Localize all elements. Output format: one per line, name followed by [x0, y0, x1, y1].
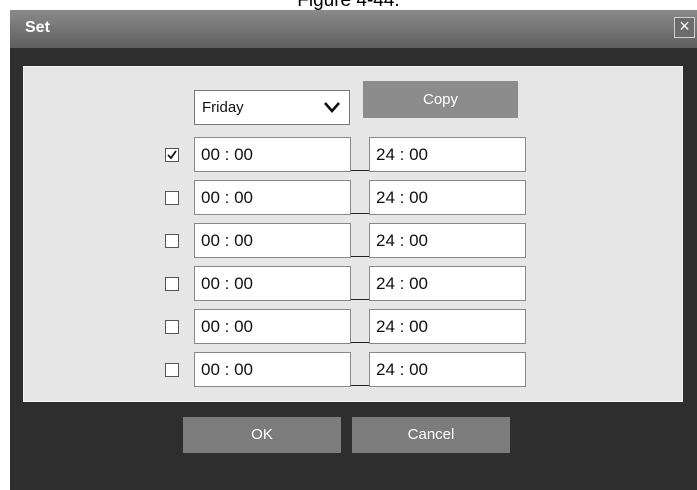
end-time-input[interactable]: 24 : 00 — [369, 309, 526, 344]
range-dash — [351, 170, 369, 171]
check-icon — [167, 150, 177, 160]
start-time-input[interactable]: 00 : 00 — [194, 180, 351, 215]
ok-button[interactable]: OK — [183, 417, 341, 453]
cancel-button[interactable]: Cancel — [352, 417, 510, 453]
period-checkbox[interactable] — [165, 363, 179, 377]
period-row: 00 : 00 24 : 00 — [24, 180, 684, 216]
period-row: 00 : 00 24 : 00 — [24, 309, 684, 345]
set-dialog: Set × Friday Copy 00 : 00 24 : 00 00 : 0… — [10, 10, 697, 490]
day-select[interactable]: Friday — [194, 90, 350, 125]
period-checkbox[interactable] — [165, 320, 179, 334]
period-checkbox[interactable] — [165, 191, 179, 205]
day-select-value: Friday — [202, 99, 244, 116]
period-row: 00 : 00 24 : 00 — [24, 352, 684, 388]
dialog-title: Set — [25, 19, 50, 36]
range-dash — [351, 299, 369, 300]
period-checkbox[interactable] — [165, 277, 179, 291]
range-dash — [351, 256, 369, 257]
range-dash — [351, 385, 369, 386]
range-dash — [351, 342, 369, 343]
period-row: 00 : 00 24 : 00 — [24, 266, 684, 302]
end-time-input[interactable]: 24 : 00 — [369, 352, 526, 387]
copy-button[interactable]: Copy — [363, 81, 518, 118]
period-row: 00 : 00 24 : 00 — [24, 137, 684, 173]
end-time-input[interactable]: 24 : 00 — [369, 266, 526, 301]
end-time-input[interactable]: 24 : 00 — [369, 137, 526, 172]
period-checkbox[interactable] — [165, 234, 179, 248]
period-row: 00 : 00 24 : 00 — [24, 223, 684, 259]
start-time-input[interactable]: 00 : 00 — [194, 137, 351, 172]
start-time-input[interactable]: 00 : 00 — [194, 352, 351, 387]
range-dash — [351, 213, 369, 214]
close-icon[interactable]: × — [674, 17, 695, 38]
start-time-input[interactable]: 00 : 00 — [194, 309, 351, 344]
schedule-panel: Friday Copy 00 : 00 24 : 00 00 : 00 24 :… — [23, 66, 683, 402]
start-time-input[interactable]: 00 : 00 — [194, 266, 351, 301]
period-checkbox[interactable] — [165, 148, 179, 162]
dialog-titlebar: Set × — [10, 10, 697, 48]
start-time-input[interactable]: 00 : 00 — [194, 223, 351, 258]
end-time-input[interactable]: 24 : 00 — [369, 223, 526, 258]
end-time-input[interactable]: 24 : 00 — [369, 180, 526, 215]
chevron-down-icon — [324, 102, 340, 113]
